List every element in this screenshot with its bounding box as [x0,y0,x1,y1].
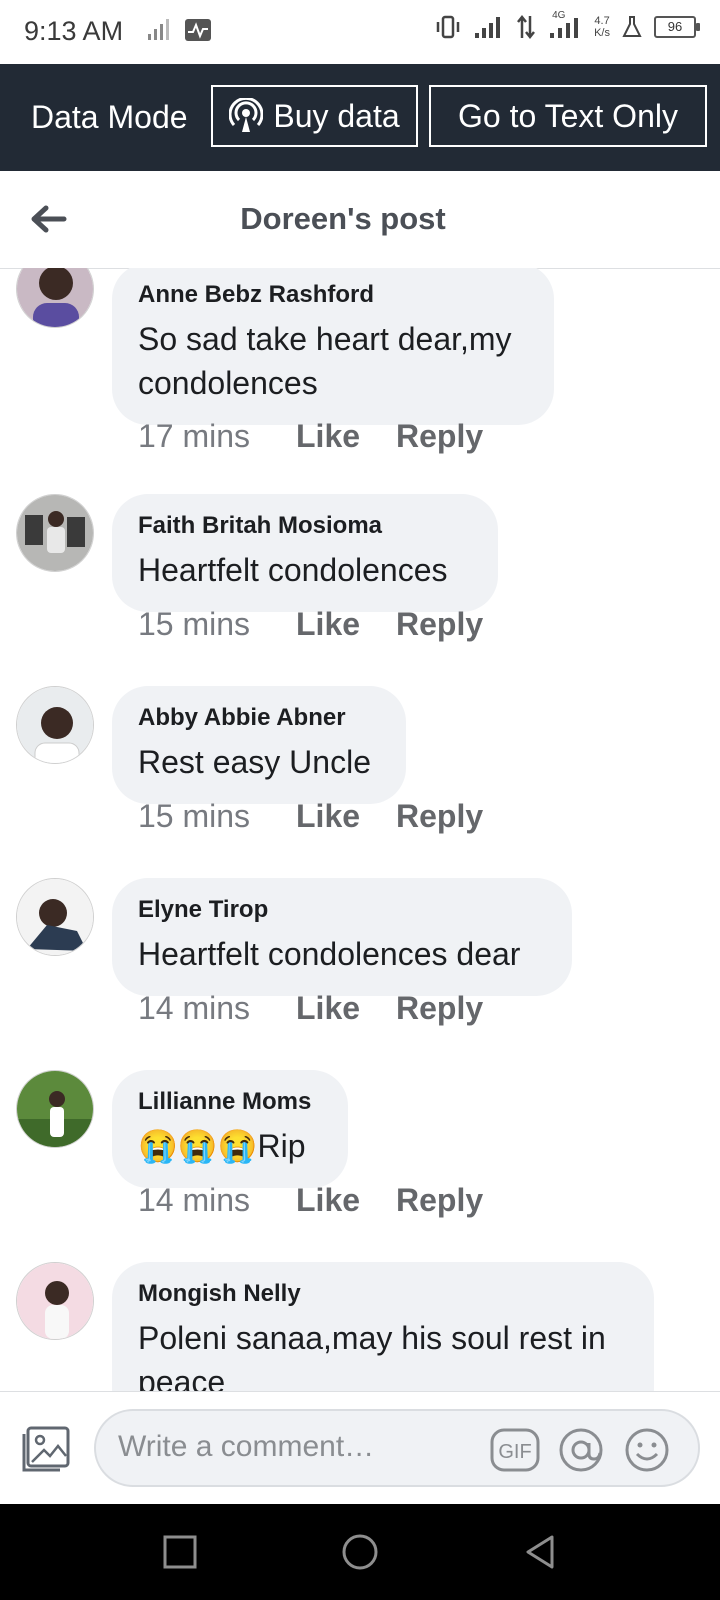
comment-bubble: Mongish Nelly Poleni sanaa,may his soul … [112,1262,654,1391]
like-button[interactable]: Like [296,990,396,1027]
emoji-icon[interactable] [624,1427,670,1473]
like-button[interactable]: Like [296,418,396,455]
comment-placeholder: Write a comment… [118,1430,375,1463]
comment-time: 14 mins [138,990,251,1026]
commenter-name[interactable]: Faith Britah Mosioma [138,512,472,540]
reply-button[interactable]: Reply [396,1182,483,1219]
comment-bubble: Faith Britah Mosioma Heartfelt condolenc… [112,494,498,612]
reply-button[interactable]: Reply [396,606,483,643]
commenter-name[interactable]: Elyne Tirop [138,896,546,924]
network-speed-value: 4.7 [594,15,610,27]
comment-time: 15 mins [138,798,251,834]
comment-actions: 14 mins Like Reply [138,1182,483,1219]
broadcast-icon [229,98,264,132]
back-triangle-icon[interactable] [520,1532,560,1572]
activity-monitor-icon [185,19,211,41]
text-only-button[interactable]: Go to Text Only [429,85,707,147]
home-circle-icon[interactable] [340,1532,380,1572]
network-speed: 4.7 K/s [594,15,610,39]
gif-label: GIF [498,1441,531,1463]
avatar[interactable] [16,1070,94,1148]
flask-icon [622,16,642,37]
comment-composer: Write a comment… GIF [0,1391,720,1505]
system-nav-bar [0,1504,720,1600]
page-title: Doreen's post [240,201,446,236]
signal-4g-icon: 4G [548,10,582,40]
comment-bubble: Anne Bebz Rashford So sad take heart dea… [112,268,554,425]
comment-text: Rest easy Uncle [138,744,371,780]
buy-data-label: Buy data [273,97,400,134]
comment-bubble: Elyne Tirop Heartfelt condolences dear [112,878,572,996]
buy-data-button[interactable]: Buy data [211,85,418,147]
commenter-name[interactable]: Abby Abbie Abner [138,704,380,732]
network-speed-unit: K/s [594,27,610,39]
status-left-icons [146,18,212,42]
mention-icon[interactable] [558,1427,604,1473]
commenter-name[interactable]: Anne Bebz Rashford [138,281,528,309]
clock: 9:13 AM [24,16,124,46]
comment-actions: 14 mins Like Reply [138,990,483,1027]
no-sim-signal-icon [148,19,169,40]
gif-icon[interactable]: GIF [490,1427,540,1473]
comment-actions: 15 mins Like Reply [138,606,483,643]
comment-text: Heartfelt condolences [138,552,448,588]
photo-icon[interactable] [20,1424,72,1474]
reply-button[interactable]: Reply [396,990,483,1027]
comment-text: 😭😭😭Rip [138,1128,306,1164]
avatar[interactable] [16,494,94,572]
comment-actions: 15 mins Like Reply [138,798,483,835]
commenter-name[interactable]: Mongish Nelly [138,1280,628,1308]
comment-input[interactable]: Write a comment… GIF [94,1409,700,1487]
avatar[interactable] [16,268,94,328]
like-button[interactable]: Like [296,1182,396,1219]
comment-list: Anne Bebz Rashford So sad take heart dea… [0,268,720,1391]
reply-button[interactable]: Reply [396,798,483,835]
comment-time: 14 mins [138,1182,251,1218]
avatar[interactable] [16,686,94,764]
commenter-name[interactable]: Lillianne Moms [138,1088,322,1116]
status-bar: 9:13 AM 4G 4.7 K/s 96 [0,0,720,64]
data-mode-label: Data Mode [31,99,188,135]
comment-time: 15 mins [138,606,251,642]
comment-text: Heartfelt condolences dear [138,936,521,972]
reply-button[interactable]: Reply [396,418,483,455]
comment-bubble: Lillianne Moms 😭😭😭Rip [112,1070,348,1188]
comment-text: Poleni sanaa,may his soul rest in peace [138,1320,606,1391]
status-right-icons: 4G 4.7 K/s 96 [434,10,700,40]
signal-strength-icon [475,17,501,38]
data-transfer-icon [517,14,536,40]
recents-square-icon[interactable] [160,1532,200,1572]
comment-actions: 17 mins Like Reply [138,418,483,455]
vibrate-icon [436,15,460,39]
comment-time: 17 mins [138,418,251,454]
comment-text: So sad take heart dear,my condolences [138,321,512,401]
like-button[interactable]: Like [296,798,396,835]
like-button[interactable]: Like [296,606,396,643]
comment-bubble: Abby Abbie Abner Rest easy Uncle [112,686,406,804]
text-only-label: Go to Text Only [458,97,678,134]
data-mode-bar: Data Mode Buy data Go to Text Only [0,64,720,171]
avatar[interactable] [16,878,94,956]
post-header: Doreen's post [0,171,720,269]
battery-indicator: 96 [654,16,700,38]
avatar[interactable] [16,1262,94,1340]
